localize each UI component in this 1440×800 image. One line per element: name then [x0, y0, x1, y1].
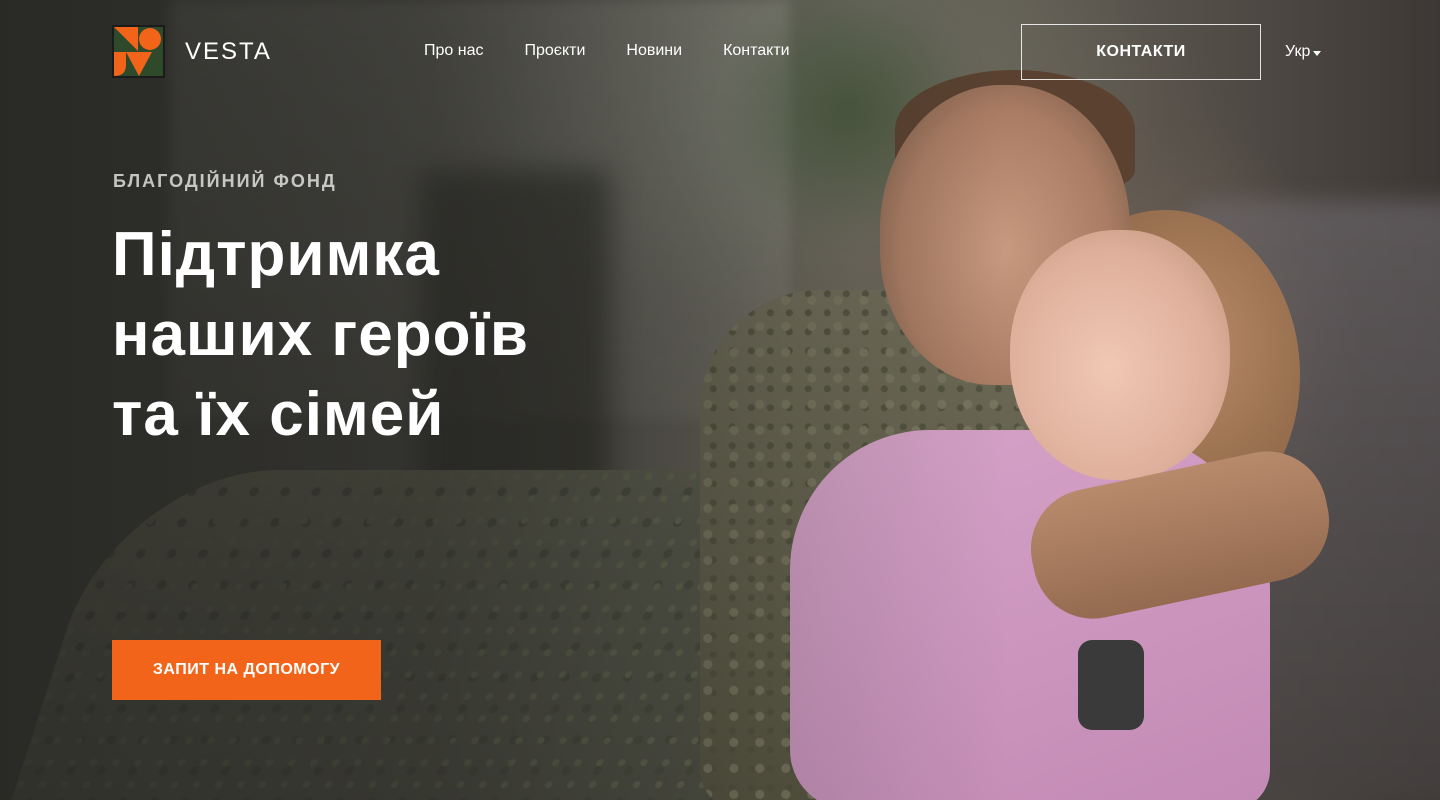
- language-label: Укр: [1285, 43, 1311, 60]
- help-request-button[interactable]: ЗАПИТ НА ДОПОМОГУ: [112, 640, 381, 700]
- vesta-logo-icon: [112, 25, 165, 78]
- headline-line-1: Підтримка: [112, 220, 440, 289]
- logo-link[interactable]: VESTA: [112, 25, 272, 78]
- nav-item-about[interactable]: Про нас: [424, 42, 483, 60]
- headline-line-2: наших героїв: [112, 300, 530, 369]
- hero-section: VESTA Про нас Проєкти Новини Контакти КО…: [0, 0, 1440, 800]
- nav-item-news[interactable]: Новини: [626, 42, 682, 60]
- language-selector[interactable]: Укр: [1285, 43, 1322, 61]
- site-header: VESTA Про нас Проєкти Новини Контакти КО…: [0, 0, 1440, 104]
- headline-line-3: та їх сімей: [112, 380, 445, 449]
- main-nav: Про нас Проєкти Новини Контакти: [424, 42, 790, 60]
- contacts-button[interactable]: КОНТАКТИ: [1021, 24, 1261, 80]
- nav-item-projects[interactable]: Проєкти: [524, 42, 585, 60]
- hero-eyebrow: БЛАГОДІЙНИЙ ФОНД: [113, 171, 337, 191]
- logo-text: VESTA: [185, 37, 272, 65]
- caret-down-icon: [1313, 50, 1322, 56]
- hero-headline: Підтримка наших героїв та їх сімей: [112, 215, 672, 455]
- nav-item-contacts[interactable]: Контакти: [723, 42, 790, 60]
